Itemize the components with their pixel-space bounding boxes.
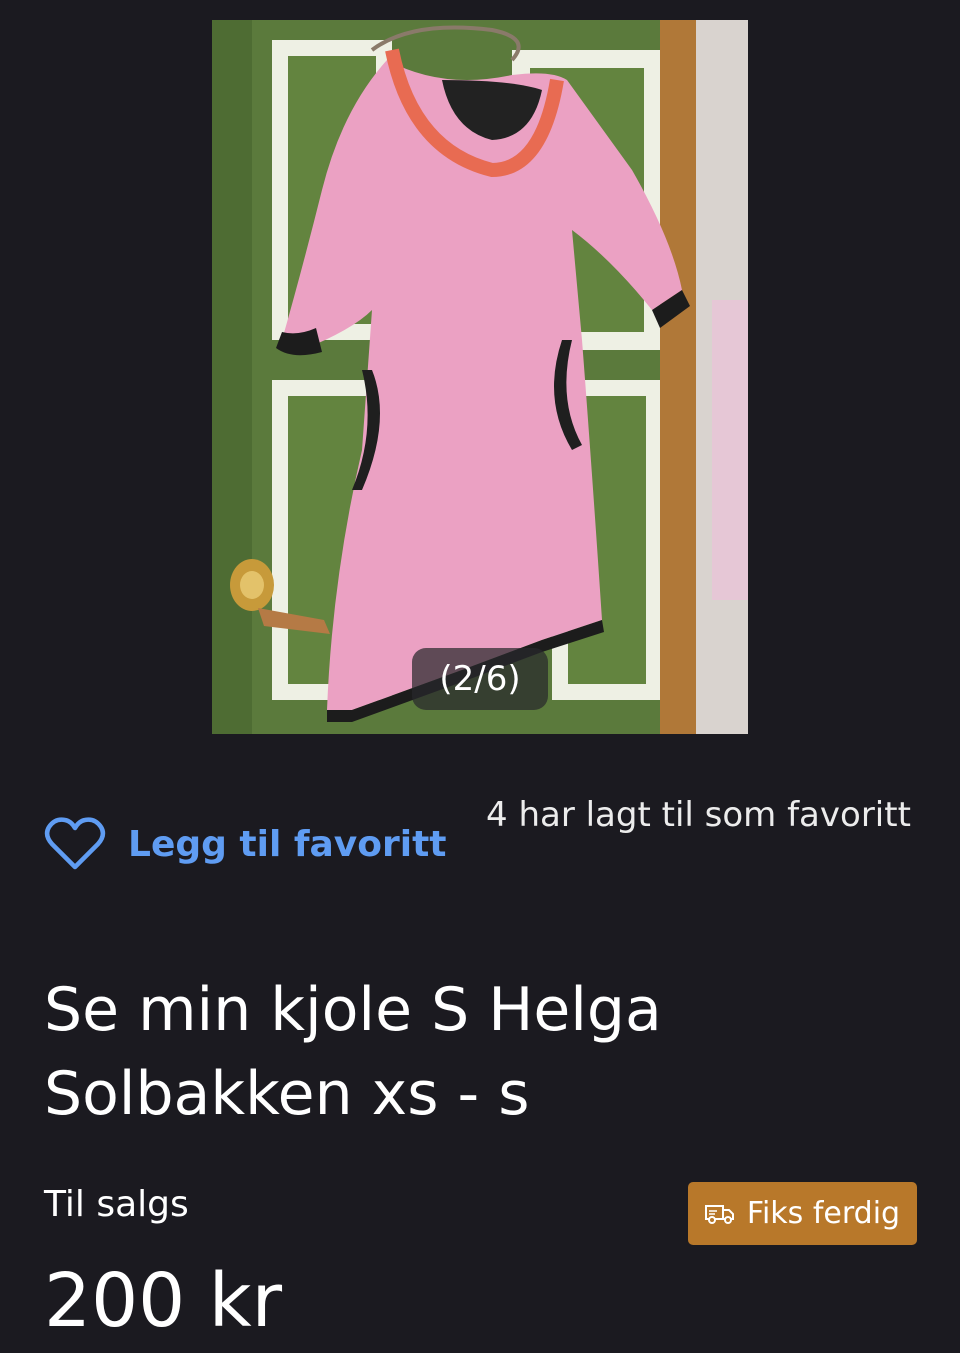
fiks-ferdig-label: Fiks ferdig <box>746 1196 901 1231</box>
fiks-ferdig-button[interactable]: Fiks ferdig <box>688 1182 917 1245</box>
dress-photo <box>212 20 748 734</box>
image-counter: (2/6) <box>412 648 548 710</box>
truck-icon <box>704 1204 734 1224</box>
listing-title: Se min kjole S Helga Solbakken xs - s <box>44 975 662 1129</box>
heart-outline-icon <box>44 817 106 870</box>
listing-photo[interactable]: (2/6) <box>212 20 748 734</box>
listing-price: 200 kr <box>44 1258 283 1344</box>
listing-status: Til salgs <box>44 1184 189 1225</box>
add-to-favorites-button[interactable]: Legg til favoritt <box>44 814 447 874</box>
add-to-favorites-label: Legg til favoritt <box>128 823 447 865</box>
favorite-count-text: 4 har lagt til som favoritt <box>486 795 911 835</box>
